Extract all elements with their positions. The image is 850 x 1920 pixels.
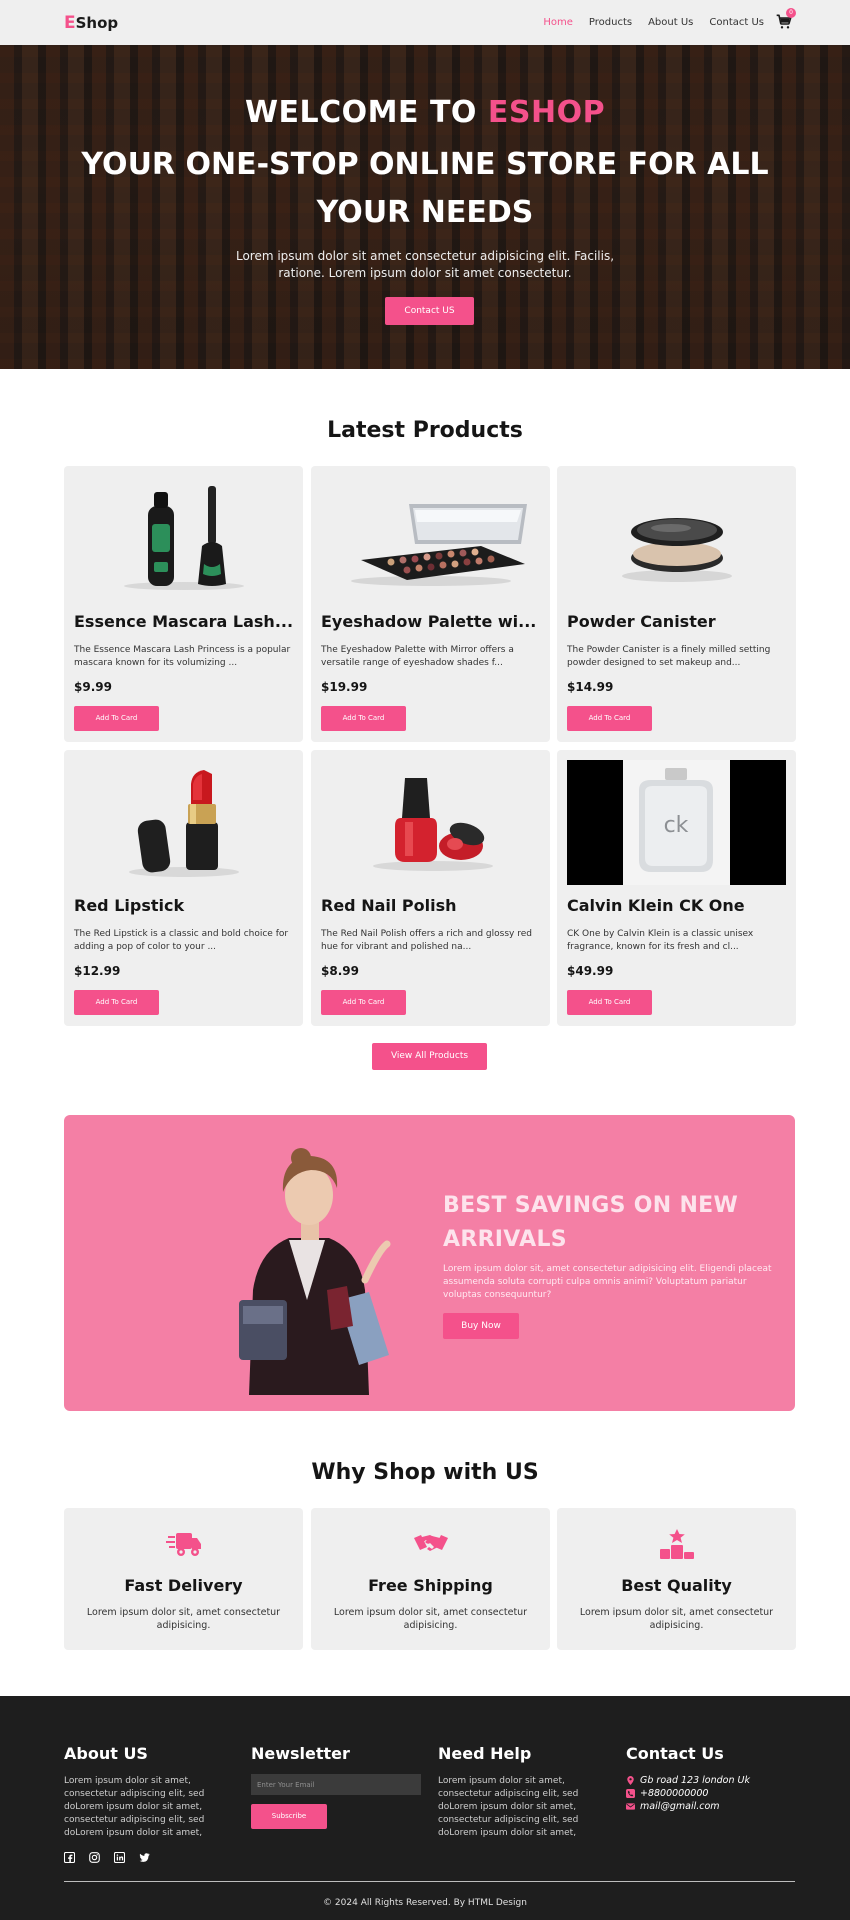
linkedin-icon[interactable] <box>114 1852 125 1863</box>
latest-products-title: Latest Products <box>327 418 523 443</box>
powder-canister-image <box>622 518 732 582</box>
logo[interactable]: EShop <box>64 13 118 33</box>
nav-link-home[interactable]: Home <box>543 17 573 28</box>
newsletter-email-input[interactable] <box>251 1774 421 1795</box>
product-description: CK One by Calvin Klein is a classic unis… <box>567 929 754 952</box>
product-price: $19.99 <box>321 680 368 694</box>
product-card[interactable]: Red Nail Polish The Red Nail Polish offe… <box>311 750 550 1026</box>
footer-contact-title: Contact Us <box>626 1744 724 1763</box>
footer-newsletter-title: Newsletter <box>251 1744 350 1763</box>
nav-link-about[interactable]: About Us <box>648 17 693 28</box>
lipstick-image <box>129 770 239 877</box>
product-description: The Powder Canister is a finely milled s… <box>567 645 771 668</box>
contact-phone: +8800000000 <box>626 1788 708 1799</box>
contact-address-text: Gb road 123 london Uk <box>640 1775 750 1786</box>
podium-star-icon <box>660 1529 694 1559</box>
feature-title: Best Quality <box>621 1576 732 1595</box>
footer-help-text: Lorem ipsum dolor sit amet, consectetur … <box>438 1776 579 1838</box>
footer: About US Lorem ipsum dolor sit amet, con… <box>0 1696 850 1920</box>
ck-one-bottle-image: ck <box>567 760 786 885</box>
handshake-icon <box>414 1535 448 1551</box>
product-name: Powder Canister <box>567 612 716 631</box>
feature-card: Fast Delivery Lorem ipsum dolor sit, ame… <box>64 1508 303 1650</box>
feature-title: Fast Delivery <box>124 1576 243 1595</box>
copyright-text: © 2024 All Rights Reserved. By HTML Desi… <box>323 1898 527 1908</box>
contact-email-text: mail@gmail.com <box>640 1801 720 1812</box>
product-price: $49.99 <box>567 964 614 978</box>
shopping-woman-image <box>239 1148 391 1395</box>
logo-letter: E <box>64 13 76 33</box>
nail-polish-image <box>373 778 493 871</box>
add-to-cart-button[interactable]: Add To Card <box>567 990 652 1015</box>
product-card[interactable]: Eyeshadow Palette wi... The Eyeshadow Pa… <box>311 466 550 742</box>
product-price: $12.99 <box>74 964 121 978</box>
phone-icon <box>626 1789 635 1798</box>
navbar: EShop Home Products About Us Contact Us … <box>0 0 850 45</box>
footer-divider <box>64 1881 795 1882</box>
product-card[interactable]: Essence Mascara Lash... The Essence Masc… <box>64 466 303 742</box>
nav-link-contact[interactable]: Contact Us <box>709 17 764 28</box>
contact-phone-text: +8800000000 <box>640 1788 709 1799</box>
envelope-icon <box>626 1803 635 1810</box>
product-card[interactable]: Red Lipstick The Red Lipstick is a class… <box>64 750 303 1026</box>
nav-links: Home Products About Us Contact Us <box>543 17 764 28</box>
mascara-image <box>124 486 244 590</box>
contact-email: mail@gmail.com <box>626 1801 720 1812</box>
add-to-cart-button[interactable]: Add To Card <box>74 706 159 731</box>
contact-address: Gb road 123 london Uk <box>626 1775 750 1786</box>
product-name: Calvin Klein CK One <box>567 896 745 915</box>
twitter-icon[interactable] <box>139 1852 150 1863</box>
product-name: Essence Mascara Lash... <box>74 612 293 631</box>
feature-card: Best Quality Lorem ipsum dolor sit, amet… <box>557 1508 796 1650</box>
promo-banner: BEST SAVINGS ON NEW ARRIVALS Lorem ipsum… <box>64 1115 795 1411</box>
social-links <box>64 1852 150 1863</box>
nav-link-products[interactable]: Products <box>589 17 632 28</box>
product-card[interactable]: Powder Canister The Powder Canister is a… <box>557 466 796 742</box>
feature-text: Lorem ipsum dolor sit, amet consectetur … <box>579 1607 774 1631</box>
feature-card: Free Shipping Lorem ipsum dolor sit, ame… <box>311 1508 550 1650</box>
hero-title-accent: ESHOP <box>487 95 606 130</box>
footer-help-title: Need Help <box>438 1744 532 1763</box>
product-card[interactable]: ck Calvin Klein CK One CK One by Calvin … <box>557 750 796 1026</box>
feature-title: Free Shipping <box>368 1576 493 1595</box>
add-to-cart-button[interactable]: Add To Card <box>567 706 652 731</box>
product-description: The Red Nail Polish offers a rich and gl… <box>321 929 532 952</box>
add-to-cart-button[interactable]: Add To Card <box>74 990 159 1015</box>
product-description: The Eyeshadow Palette with Mirror offers… <box>321 645 514 668</box>
product-description: The Red Lipstick is a classic and bold c… <box>74 929 289 952</box>
footer-about-text: Lorem ipsum dolor sit amet, consectetur … <box>64 1776 205 1838</box>
hero-banner: WELCOME TO ESHOP YOUR ONE-STOP ONLINE ST… <box>0 45 850 369</box>
why-shop-title: Why Shop with US <box>311 1460 539 1485</box>
buy-now-button[interactable]: Buy Now <box>443 1313 519 1339</box>
contact-us-button[interactable]: Contact US <box>385 297 474 325</box>
location-pin-icon <box>627 1776 634 1785</box>
view-all-products-button[interactable]: View All Products <box>372 1043 487 1070</box>
product-price: $8.99 <box>321 964 359 978</box>
hero-title-prefix: WELCOME TO <box>244 95 488 130</box>
add-to-cart-button[interactable]: Add To Card <box>321 706 406 731</box>
cart-count-badge: 0 <box>786 8 796 18</box>
product-price: $14.99 <box>567 680 614 694</box>
product-price: $9.99 <box>74 680 112 694</box>
product-description: The Essence Mascara Lash Princess is a p… <box>74 645 291 668</box>
facebook-icon[interactable] <box>64 1852 75 1863</box>
feature-text: Lorem ipsum dolor sit, amet consectetur … <box>86 1607 281 1631</box>
eyeshadow-palette-image <box>351 504 527 586</box>
hero-subtitle: Lorem ipsum dolor sit amet consectetur a… <box>235 249 615 280</box>
footer-about-title: About US <box>64 1744 148 1763</box>
promo-text: Lorem ipsum dolor sit, amet consectetur … <box>443 1264 772 1300</box>
logo-text: Shop <box>75 14 119 32</box>
instagram-icon[interactable] <box>89 1852 100 1863</box>
add-to-cart-button[interactable]: Add To Card <box>321 990 406 1015</box>
product-name: Red Lipstick <box>74 896 185 915</box>
truck-icon <box>166 1533 201 1556</box>
feature-text: Lorem ipsum dolor sit, amet consectetur … <box>333 1607 528 1631</box>
hero-tagline: YOUR ONE-STOP ONLINE STORE FOR ALL YOUR … <box>81 147 769 230</box>
hero-title: WELCOME TO ESHOP <box>0 95 850 130</box>
promo-title: BEST SAVINGS ON NEW ARRIVALS <box>443 1193 739 1252</box>
subscribe-button[interactable]: Subscribe <box>251 1804 327 1829</box>
product-name: Eyeshadow Palette wi... <box>321 612 537 631</box>
bottle-label: ck <box>664 813 689 838</box>
product-name: Red Nail Polish <box>321 896 457 915</box>
